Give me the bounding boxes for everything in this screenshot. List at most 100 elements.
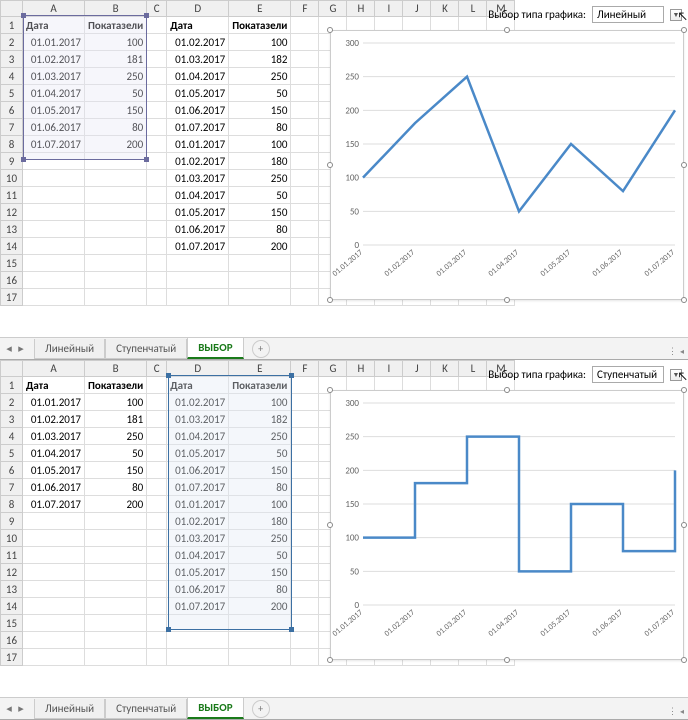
- cell[interactable]: [291, 136, 319, 153]
- row-header[interactable]: 2: [1, 394, 23, 411]
- cell[interactable]: [167, 289, 229, 306]
- cell[interactable]: 80: [229, 221, 291, 238]
- cell[interactable]: [229, 649, 291, 666]
- col-header[interactable]: F: [291, 1, 319, 17]
- col-header[interactable]: I: [375, 1, 403, 17]
- cell[interactable]: [291, 289, 319, 306]
- row-header[interactable]: 11: [1, 187, 23, 204]
- cell[interactable]: [147, 238, 167, 255]
- cell[interactable]: 01.01.2017: [167, 496, 229, 513]
- sheet-tab[interactable]: ВЫБОР: [187, 698, 243, 719]
- cell[interactable]: [23, 547, 85, 564]
- cell[interactable]: [147, 119, 167, 136]
- cell[interactable]: 01.07.2017: [167, 119, 229, 136]
- row-header[interactable]: 1: [1, 377, 23, 394]
- cell[interactable]: 01.06.2017: [23, 479, 85, 496]
- row-header[interactable]: 9: [1, 153, 23, 170]
- cell[interactable]: [147, 496, 167, 513]
- row-header[interactable]: 6: [1, 462, 23, 479]
- cell[interactable]: Дата: [167, 17, 229, 34]
- cell[interactable]: 181: [85, 51, 147, 68]
- add-sheet-button[interactable]: +: [252, 340, 270, 358]
- cell[interactable]: [291, 394, 319, 411]
- col-header[interactable]: D: [167, 361, 229, 377]
- cell[interactable]: [147, 289, 167, 306]
- cell[interactable]: 80: [85, 479, 147, 496]
- line-chart[interactable]: 05010015020025030001.01.201701.02.201701…: [330, 30, 684, 300]
- cell[interactable]: 200: [85, 136, 147, 153]
- cell[interactable]: [291, 153, 319, 170]
- row-header[interactable]: 10: [1, 170, 23, 187]
- row-header[interactable]: 5: [1, 85, 23, 102]
- row-header[interactable]: 13: [1, 221, 23, 238]
- cell[interactable]: [229, 289, 291, 306]
- col-header[interactable]: C: [147, 361, 167, 377]
- tab-nav-prev[interactable]: ◂: [4, 342, 14, 355]
- cell[interactable]: [23, 221, 85, 238]
- cell[interactable]: [291, 85, 319, 102]
- col-header[interactable]: H: [347, 361, 375, 377]
- cell[interactable]: [85, 204, 147, 221]
- cell[interactable]: [23, 632, 85, 649]
- cell[interactable]: [23, 615, 85, 632]
- cell[interactable]: [291, 221, 319, 238]
- cell[interactable]: [291, 513, 319, 530]
- cell[interactable]: [147, 649, 167, 666]
- col-header[interactable]: A: [23, 1, 85, 17]
- col-header[interactable]: C: [147, 1, 167, 17]
- cell[interactable]: 200: [85, 496, 147, 513]
- cell[interactable]: [147, 564, 167, 581]
- cell[interactable]: 80: [229, 119, 291, 136]
- cell[interactable]: 180: [229, 153, 291, 170]
- cell[interactable]: 150: [229, 564, 291, 581]
- cell[interactable]: 01.06.2017: [167, 221, 229, 238]
- cell[interactable]: [291, 187, 319, 204]
- cell[interactable]: [147, 255, 167, 272]
- sheet-tab[interactable]: Линейный: [34, 699, 105, 719]
- col-header[interactable]: G: [319, 361, 347, 377]
- row-header[interactable]: 17: [1, 649, 23, 666]
- cell[interactable]: [85, 547, 147, 564]
- cell[interactable]: [147, 221, 167, 238]
- sheet-tab[interactable]: Ступенчатый: [105, 699, 187, 719]
- cell[interactable]: 01.06.2017: [167, 581, 229, 598]
- cell[interactable]: Покатазели: [85, 377, 147, 394]
- cell[interactable]: 50: [85, 445, 147, 462]
- col-header[interactable]: K: [431, 1, 459, 17]
- cell[interactable]: [147, 445, 167, 462]
- cell[interactable]: [85, 153, 147, 170]
- select-all-corner[interactable]: [1, 1, 23, 17]
- sheet-tab[interactable]: ВЫБОР: [187, 338, 243, 359]
- cell[interactable]: 250: [229, 530, 291, 547]
- cell[interactable]: 01.05.2017: [23, 102, 85, 119]
- cell[interactable]: [85, 289, 147, 306]
- cell[interactable]: [291, 34, 319, 51]
- col-header[interactable]: B: [85, 1, 147, 17]
- cell[interactable]: 01.04.2017: [23, 445, 85, 462]
- cell[interactable]: [147, 85, 167, 102]
- col-header[interactable]: K: [431, 361, 459, 377]
- cell[interactable]: [229, 255, 291, 272]
- row-header[interactable]: 14: [1, 238, 23, 255]
- cell[interactable]: [147, 632, 167, 649]
- col-header[interactable]: I: [375, 361, 403, 377]
- select-all-corner[interactable]: [1, 361, 23, 377]
- col-header[interactable]: G: [319, 1, 347, 17]
- cell[interactable]: 250: [229, 68, 291, 85]
- cell[interactable]: [147, 377, 167, 394]
- row-header[interactable]: 12: [1, 204, 23, 221]
- cell[interactable]: 250: [85, 68, 147, 85]
- chevron-down-icon[interactable]: ▼: [670, 9, 682, 21]
- cell[interactable]: [291, 428, 319, 445]
- cell[interactable]: 01.02.2017: [167, 394, 229, 411]
- cell[interactable]: 100: [229, 34, 291, 51]
- cell[interactable]: [147, 204, 167, 221]
- row-header[interactable]: 4: [1, 428, 23, 445]
- cell[interactable]: 100: [85, 34, 147, 51]
- cell[interactable]: [85, 187, 147, 204]
- cell[interactable]: [147, 598, 167, 615]
- cell[interactable]: [291, 238, 319, 255]
- cell[interactable]: [167, 272, 229, 289]
- row-header[interactable]: 14: [1, 598, 23, 615]
- cell[interactable]: [291, 632, 319, 649]
